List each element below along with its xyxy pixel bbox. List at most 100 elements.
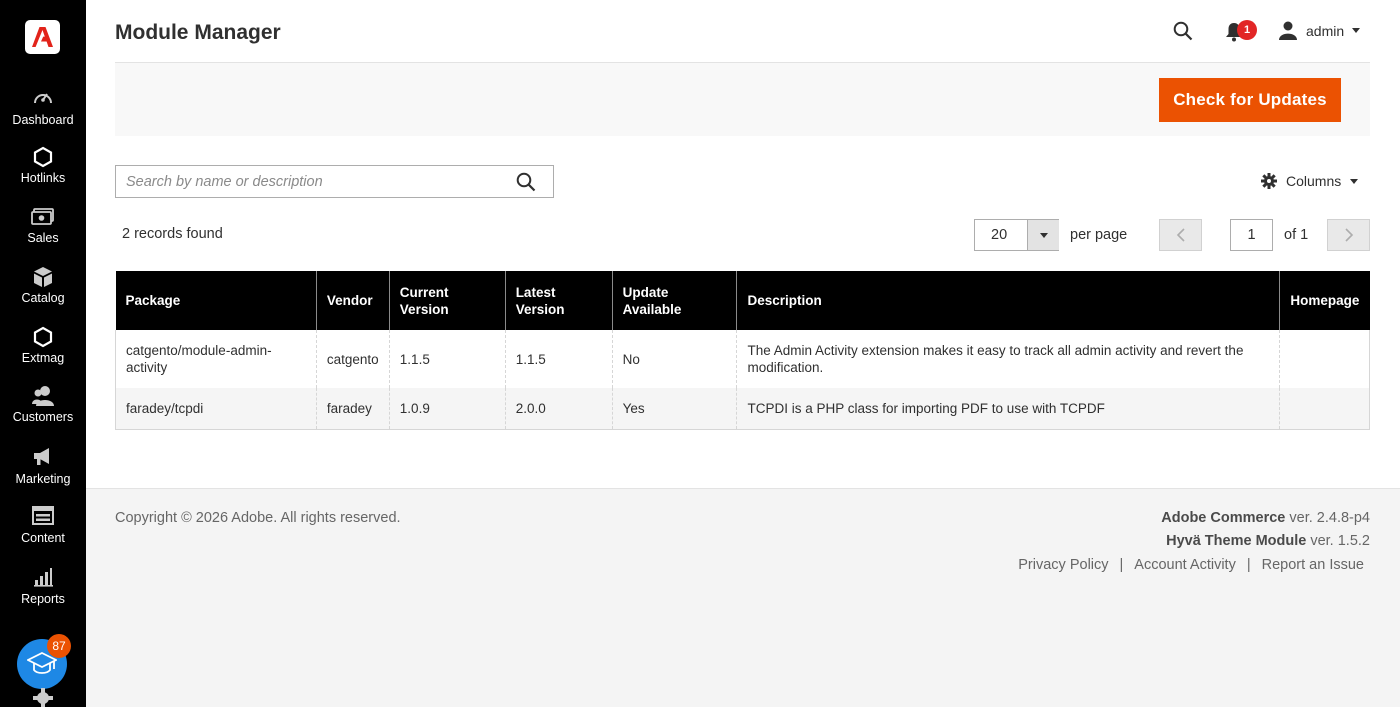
sidebar-item-label: Dashboard [12, 113, 74, 127]
bar-chart-icon [0, 567, 86, 589]
grid-search [115, 165, 554, 198]
chevron-down-icon[interactable] [1027, 220, 1059, 250]
chevron-left-icon [1176, 228, 1185, 242]
columns-dropdown[interactable]: Columns [1261, 173, 1359, 189]
search-submit-button[interactable] [516, 172, 536, 197]
user-icon [1279, 21, 1297, 40]
per-page-value: 20 [991, 227, 1008, 243]
column-header-update-available[interactable]: Update Available [611, 271, 737, 330]
modules-grid: Package Vendor Current Version Latest Ve… [115, 271, 1370, 430]
money-icon [0, 206, 86, 228]
column-header-package[interactable]: Package [115, 271, 317, 330]
privacy-policy-link[interactable]: Privacy Policy [1018, 557, 1108, 573]
check-for-updates-button[interactable]: Check for Updates [1159, 78, 1341, 122]
adobe-logo[interactable] [25, 20, 60, 54]
cell-latest-version: 1.1.5 [504, 330, 613, 388]
module-version: Hyvä Theme Module ver. 1.5.2 [1166, 533, 1370, 549]
sidebar-item-marketing[interactable]: Marketing [0, 447, 86, 486]
sidebar-item-label: Customers [12, 410, 74, 424]
copyright-text: Copyright © 2026 Adobe. All rights reser… [115, 510, 401, 526]
user-menu[interactable]: admin [1278, 21, 1361, 40]
account-activity-link[interactable]: Account Activity [1134, 557, 1236, 573]
megaphone-icon [0, 447, 86, 469]
search-input[interactable] [116, 166, 506, 197]
link-separator: | [1119, 557, 1124, 573]
table-row[interactable]: catgento/module-admin-activity catgento … [115, 330, 1370, 388]
next-page-button[interactable] [1327, 219, 1370, 251]
sidebar-item-customers[interactable]: Customers [0, 385, 86, 424]
sidebar-item-label: Extmag [21, 351, 65, 365]
per-page-label: per page [1070, 227, 1128, 243]
gear-icon [1261, 173, 1277, 189]
chevron-down-icon [1350, 178, 1359, 184]
sidebar-item-reports[interactable]: Reports [0, 567, 86, 606]
link-separator: | [1246, 557, 1251, 573]
cell-package: faradey/tcpdi [115, 388, 317, 430]
sidebar-item-catalog[interactable]: Catalog [0, 266, 86, 305]
column-header-description[interactable]: Description [736, 271, 1280, 330]
page-actions-bar: Check for Updates [115, 62, 1370, 136]
product-version-number: ver. 2.4.8-p4 [1285, 510, 1370, 526]
sidebar-item-label: Reports [21, 592, 65, 606]
grid-header-row: Package Vendor Current Version Latest Ve… [115, 271, 1370, 330]
adobe-logo-icon [32, 27, 53, 47]
records-found: 2 records found [122, 226, 223, 242]
cell-package: catgento/module-admin-activity [115, 330, 317, 388]
chevron-down-icon [1352, 28, 1361, 33]
footer-links: Privacy Policy | Account Activity | Report a… [1018, 557, 1364, 573]
cell-update-available: Yes [611, 388, 737, 430]
cell-description: The Admin Activity extension makes it ea… [736, 330, 1280, 388]
page-total: of 1 [1284, 227, 1309, 243]
previous-page-button[interactable] [1159, 219, 1202, 251]
page-title: Module Manager [115, 21, 281, 44]
cell-update-available: No [611, 330, 737, 388]
gear-icon[interactable] [33, 688, 53, 707]
sidebar-item-label: Sales [27, 231, 59, 245]
box-icon [0, 266, 86, 288]
column-header-latest-version[interactable]: Latest Version [504, 271, 613, 330]
cell-latest-version: 2.0.0 [504, 388, 613, 430]
cell-current-version: 1.1.5 [388, 330, 506, 388]
content-icon [0, 506, 86, 528]
column-header-current-version[interactable]: Current Version [388, 271, 506, 330]
user-name: admin [1306, 22, 1345, 39]
admin-sidebar: Dashboard Hotlinks Sales Catalog Extmag … [0, 0, 86, 707]
cell-homepage [1279, 330, 1370, 388]
search-icon [516, 172, 536, 192]
dashboard-icon [0, 88, 86, 110]
sidebar-item-label: Content [21, 531, 65, 545]
sidebar-item-dashboard[interactable]: Dashboard [0, 88, 86, 127]
sidebar-item-hotlinks[interactable]: Hotlinks [0, 146, 86, 185]
columns-label: Columns [1286, 173, 1342, 189]
hexagon-icon [0, 326, 86, 348]
cell-homepage [1279, 388, 1370, 430]
module-version-number: ver. 1.5.2 [1306, 533, 1370, 549]
page-number-input[interactable] [1230, 219, 1273, 251]
chevron-right-icon [1345, 228, 1354, 242]
hexagon-icon [0, 146, 86, 168]
page-footer: Copyright © 2026 Adobe. All rights reser… [86, 488, 1400, 707]
global-search-button[interactable] [1173, 21, 1193, 46]
column-header-homepage[interactable]: Homepage [1279, 271, 1370, 330]
sidebar-item-sales[interactable]: Sales [0, 206, 86, 245]
help-notification-badge: 87 [47, 634, 71, 658]
report-issue-link[interactable]: Report an Issue [1262, 557, 1364, 573]
sidebar-item-extmag[interactable]: Extmag [0, 326, 86, 365]
cell-vendor: catgento [315, 330, 390, 388]
notification-count-badge: 1 [1237, 20, 1257, 40]
sidebar-item-content[interactable]: Content [0, 506, 86, 545]
cell-description: TCPDI is a PHP class for importing PDF t… [736, 388, 1280, 430]
product-version: Adobe Commerce ver. 2.4.8-p4 [1161, 510, 1370, 526]
module-name: Hyvä Theme Module [1166, 533, 1307, 549]
column-header-vendor[interactable]: Vendor [315, 271, 390, 330]
cell-current-version: 1.0.9 [388, 388, 506, 430]
per-page-select[interactable]: 20 [974, 219, 1059, 251]
sidebar-item-label: Hotlinks [20, 171, 66, 185]
sidebar-item-label: Catalog [21, 291, 65, 305]
cell-vendor: faradey [315, 388, 390, 430]
table-row[interactable]: faradey/tcpdi faradey 1.0.9 2.0.0 Yes TC… [115, 388, 1370, 430]
product-name: Adobe Commerce [1161, 510, 1286, 526]
customers-icon [0, 385, 86, 407]
search-icon [1173, 21, 1193, 41]
sidebar-item-label: Marketing [15, 472, 71, 486]
